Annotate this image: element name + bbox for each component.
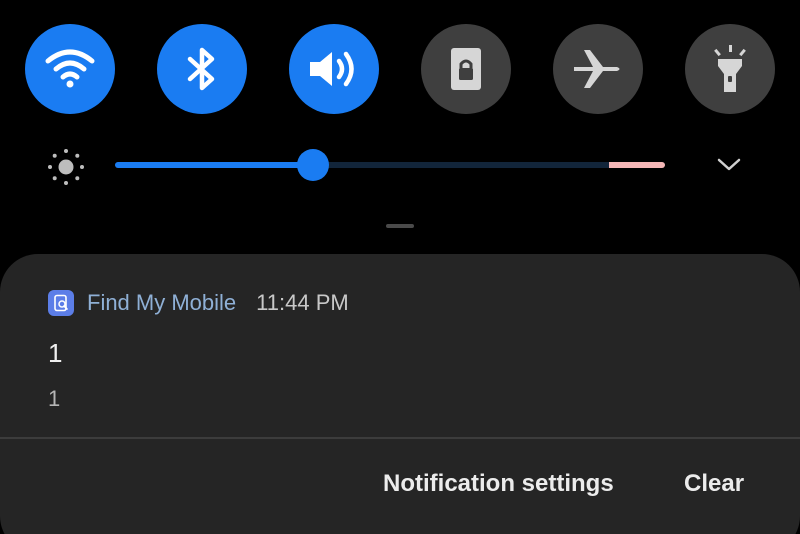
sound-toggle[interactable] xyxy=(289,24,379,114)
flashlight-icon xyxy=(714,45,746,92)
screen-lock-toggle[interactable] xyxy=(421,24,511,114)
bluetooth-icon xyxy=(187,47,215,91)
notification-settings-button[interactable]: Notification settings xyxy=(383,470,614,498)
chevron-down-icon xyxy=(717,158,741,171)
brightness-row xyxy=(0,140,800,200)
notification-divider xyxy=(0,437,800,439)
notification-time: 11:44 PM xyxy=(256,290,349,315)
volume-icon xyxy=(310,51,354,87)
brightness-sun-icon xyxy=(48,149,84,185)
outdoor-mode-segment xyxy=(609,162,665,168)
brightness-slider-thumb[interactable] xyxy=(297,149,329,181)
notification-panel: Find My Mobile 11:44 PM 1 1 Notification… xyxy=(0,0,800,534)
find-my-mobile-app-icon xyxy=(48,290,74,316)
notification-text: 1 xyxy=(48,386,61,411)
notification-app-name: Find My Mobile xyxy=(87,290,237,315)
expand-quick-settings-button[interactable] xyxy=(712,150,746,180)
quick-settings-row xyxy=(0,0,800,140)
wifi-icon xyxy=(45,49,95,88)
lock-screen-icon xyxy=(451,48,481,90)
brightness-slider-fill xyxy=(115,162,313,168)
wifi-toggle[interactable] xyxy=(25,24,115,114)
clear-notifications-button[interactable]: Clear xyxy=(684,470,744,498)
airplane-icon xyxy=(574,50,620,88)
notification-title: 1 xyxy=(48,338,63,368)
brightness-slider[interactable] xyxy=(115,162,665,168)
bluetooth-toggle[interactable] xyxy=(157,24,247,114)
panel-drag-handle[interactable] xyxy=(386,224,414,228)
flashlight-toggle[interactable] xyxy=(685,24,775,114)
airplane-mode-toggle[interactable] xyxy=(553,24,643,114)
notification-header: Find My Mobile 11:44 PM xyxy=(48,290,349,316)
